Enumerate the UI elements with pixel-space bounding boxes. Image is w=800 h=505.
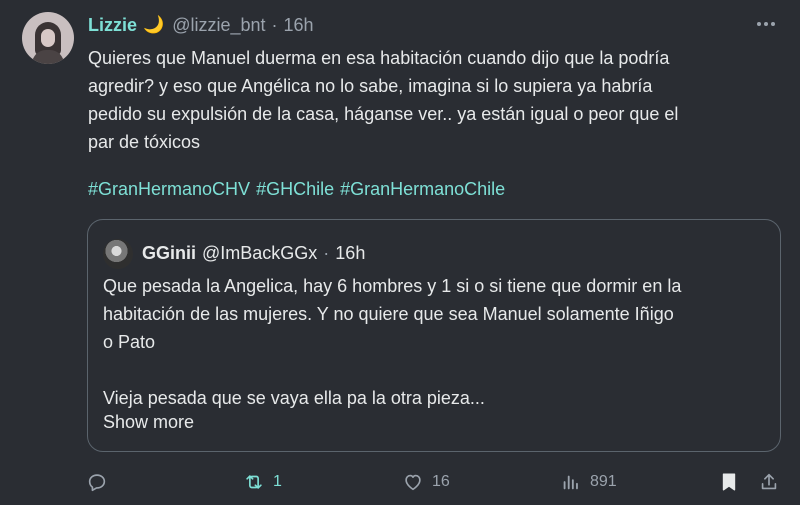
more-options-icon[interactable] — [754, 12, 778, 36]
hashtag-link[interactable]: #GranHermanoCHV — [88, 179, 250, 199]
quoted-author-avatar[interactable] — [103, 239, 133, 269]
author-handle[interactable]: @lizzie_bnt — [172, 15, 265, 36]
views-button[interactable]: 891 — [560, 466, 617, 498]
tweet-action-bar: 1 16 891 — [0, 466, 800, 498]
quoted-tweet-header: GGinii @ImBackGGx · 16h — [142, 241, 365, 265]
author-avatar[interactable] — [22, 12, 74, 64]
bookmark-icon — [722, 473, 736, 491]
retweet-count: 1 — [273, 473, 282, 490]
reply-button[interactable] — [86, 466, 116, 498]
reply-icon — [88, 474, 106, 492]
views-bar-chart-icon — [563, 475, 578, 490]
quoted-tweet-timestamp: 16h — [335, 242, 366, 263]
bookmark-button[interactable] — [718, 466, 740, 498]
share-icon — [761, 473, 777, 490]
heart-icon — [405, 474, 421, 491]
tweet-body-text: Quieres que Manuel duerma en esa habitac… — [88, 48, 679, 152]
retweet-button[interactable]: 1 — [243, 466, 282, 498]
moon-emoji: 🌙 — [143, 15, 165, 34]
avatar-face — [41, 29, 55, 47]
show-more-link[interactable]: Show more — [103, 408, 194, 436]
more-horizontal-icon — [757, 22, 775, 26]
hashtag-row: #GranHermanoCHV #GHChile #GranHermanoChile — [88, 175, 511, 203]
author-display-name[interactable]: Lizzie — [88, 15, 137, 36]
quoted-author-display-name: GGinii — [142, 242, 196, 263]
retweet-icon — [246, 475, 262, 489]
quoted-author-handle: @ImBackGGx — [202, 242, 318, 263]
hashtag-link[interactable]: #GranHermanoChile — [340, 179, 505, 199]
share-button[interactable] — [758, 466, 780, 498]
tweet-header: Lizzie 🌙 @lizzie_bnt · 16h — [88, 13, 314, 37]
quoted-tweet-text: Que pesada la Angelica, hay 6 hombres y … — [103, 276, 682, 408]
views-count: 891 — [590, 473, 617, 490]
quoted-tweet[interactable]: GGinii @ImBackGGx · 16h Que pesada la An… — [87, 219, 781, 452]
hashtag-link[interactable]: #GHChile — [256, 179, 334, 199]
like-count: 16 — [432, 473, 450, 490]
like-button[interactable]: 16 — [402, 466, 450, 498]
quoted-separator-dot: · — [323, 242, 330, 263]
separator-dot: · — [271, 14, 278, 35]
tweet-timestamp[interactable]: 16h — [284, 15, 314, 36]
